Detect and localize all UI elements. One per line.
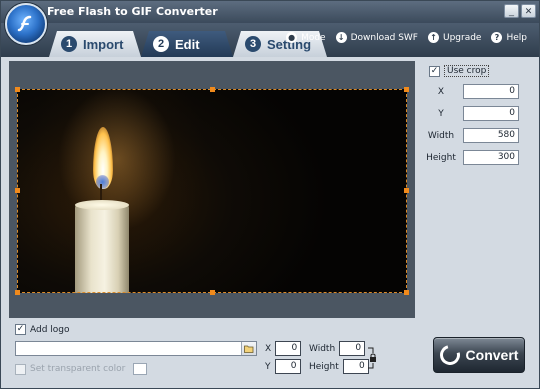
add-logo-option[interactable]: ✓ Add logo <box>15 324 70 335</box>
crop-handle-left[interactable] <box>15 188 20 193</box>
tab-edit[interactable]: 2 Edit <box>141 31 233 57</box>
tab-label-edit: Edit <box>175 36 200 52</box>
flash-logo-icon <box>17 15 32 32</box>
download-swf-link[interactable]: ↓ Download SWF <box>335 32 418 43</box>
crop-y-label: Y <box>438 108 444 119</box>
upgrade-label: Upgrade <box>442 32 482 43</box>
window-title: Free Flash to GIF Converter <box>47 5 218 18</box>
crop-handle-top-left[interactable] <box>15 87 20 92</box>
logo-x-input[interactable]: 0 <box>275 341 302 356</box>
crop-handle-bottom-right[interactable] <box>404 290 409 295</box>
browse-logo-button[interactable] <box>241 342 256 355</box>
transparent-color-option[interactable]: Set transparent color <box>15 363 148 375</box>
transparent-color-label: Set transparent color <box>30 364 126 374</box>
crop-handle-bottom-left[interactable] <box>15 290 20 295</box>
crop-handle-right[interactable] <box>404 188 409 193</box>
help-link[interactable]: ? Help <box>491 32 527 43</box>
tab-number-1: 1 <box>61 36 77 52</box>
upgrade-icon: ↑ <box>427 32 439 43</box>
crop-y-input[interactable]: 0 <box>463 106 519 121</box>
logo-x-row: X 0 <box>265 341 302 356</box>
crop-width-row: Width 580 <box>421 128 519 143</box>
tab-number-2: 2 <box>153 36 169 52</box>
crop-width-input[interactable]: 580 <box>463 128 519 143</box>
add-logo-label: Add logo <box>30 324 70 335</box>
logo-path-input[interactable] <box>15 341 257 356</box>
use-crop-checkbox[interactable]: ✓ <box>429 65 440 77</box>
lock-aspect-icon[interactable] <box>367 347 377 369</box>
logo-y-row: Y 0 <box>265 359 301 374</box>
mode-label: Mode <box>301 32 326 43</box>
mode-icon: ● <box>286 32 298 43</box>
transparent-color-checkbox[interactable] <box>15 363 26 375</box>
transparent-color-swatch[interactable] <box>133 363 148 375</box>
crop-y-row: Y 0 <box>421 106 519 121</box>
crop-handle-top[interactable] <box>210 87 215 92</box>
app-window: Free Flash to GIF Converter _ ✕ 1 Import… <box>0 0 540 389</box>
use-crop-option[interactable]: ✓ Use crop <box>429 65 490 77</box>
logo-height-label: Height <box>309 361 339 372</box>
download-icon: ↓ <box>335 32 347 43</box>
minimize-button[interactable]: _ <box>504 4 519 18</box>
convert-button[interactable]: Convert <box>433 337 525 373</box>
crop-height-input[interactable]: 300 <box>463 150 519 165</box>
crop-x-input[interactable]: 0 <box>463 84 519 99</box>
folder-open-icon <box>244 345 254 353</box>
download-swf-label: Download SWF <box>350 32 418 43</box>
logo-y-label: Y <box>265 361 271 372</box>
mode-link[interactable]: ● Mode <box>286 32 326 43</box>
title-bar[interactable]: Free Flash to GIF Converter _ ✕ <box>1 1 539 23</box>
upgrade-link[interactable]: ↑ Upgrade <box>427 32 482 43</box>
convert-label: Convert <box>465 347 519 363</box>
crop-x-row: X 0 <box>421 84 519 99</box>
logo-y-input[interactable]: 0 <box>274 359 301 374</box>
crop-handle-bottom[interactable] <box>210 290 215 295</box>
logo-height-row: Height 0 <box>309 359 369 374</box>
crop-handle-top-right[interactable] <box>404 87 409 92</box>
edit-workspace: ✓ Use crop X 0 Y 0 Width 580 Height 300 … <box>1 57 539 388</box>
add-logo-checkbox[interactable]: ✓ <box>15 324 26 335</box>
help-label: Help <box>506 32 527 43</box>
crop-frame[interactable] <box>15 87 409 295</box>
crop-x-label: X <box>437 86 445 97</box>
crop-height-row: Height 300 <box>421 150 519 165</box>
help-icon: ? <box>491 32 503 43</box>
logo-x-label: X <box>265 343 272 354</box>
tab-import[interactable]: 1 Import <box>49 31 141 57</box>
app-logo <box>5 3 47 45</box>
logo-height-input[interactable]: 0 <box>342 359 369 374</box>
tab-number-3: 3 <box>245 36 261 52</box>
tab-header: 1 Import 2 Edit 3 Setting ● Mode ↓ Downl… <box>1 23 539 57</box>
convert-icon <box>435 341 464 369</box>
crop-width-label: Width <box>427 130 455 141</box>
preview-panel <box>9 61 415 318</box>
logo-width-row: Width 0 <box>309 341 366 356</box>
logo-width-input[interactable]: 0 <box>339 341 366 356</box>
tab-label-import: Import <box>83 36 124 52</box>
close-button[interactable]: ✕ <box>521 4 536 18</box>
logo-width-label: Width <box>309 343 336 354</box>
crop-height-label: Height <box>426 152 456 163</box>
use-crop-label: Use crop <box>444 65 490 77</box>
